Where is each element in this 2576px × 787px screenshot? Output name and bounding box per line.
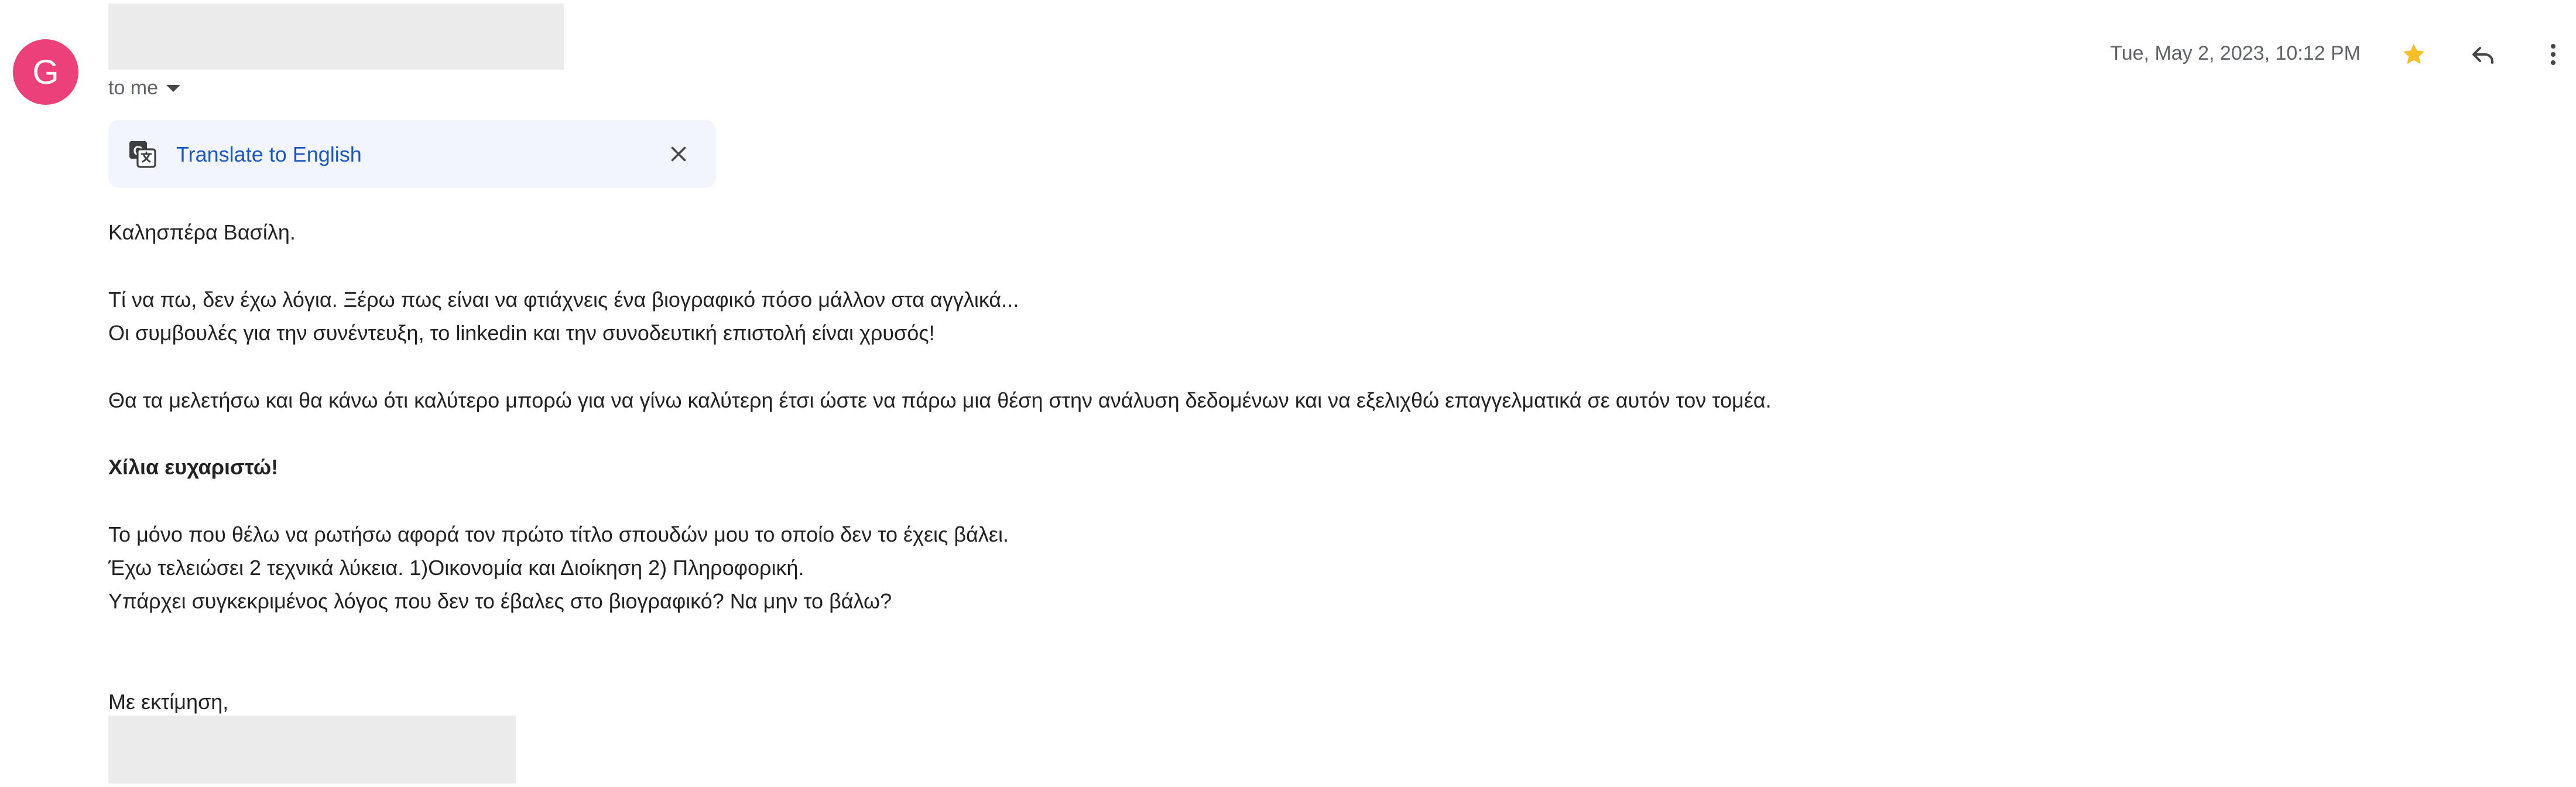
caret-down-icon: [166, 85, 181, 92]
close-icon[interactable]: [664, 140, 693, 168]
message-timestamp: Tue, May 2, 2023, 10:12 PM: [2110, 42, 2361, 64]
recipient-details-toggle[interactable]: to me: [108, 76, 181, 100]
translate-icon: G: [127, 139, 157, 169]
body-line: Το μόνο που θέλω να ρωτήσω αφορά τον πρώ…: [108, 522, 1009, 546]
avatar[interactable]: G: [13, 39, 78, 105]
thanks-line: Χίλια ευχαριστώ!: [108, 455, 279, 479]
translate-to-english-link[interactable]: Translate to English: [176, 142, 362, 167]
more-vert-icon[interactable]: [2535, 36, 2571, 73]
body-line: Υπάρχει συγκεκριμένος λόγος που δεν το έ…: [108, 589, 892, 613]
body-line: Τί να πω, δεν έχω λόγια. Ξέρω πως είναι …: [108, 288, 1019, 312]
redacted-sender-name: [108, 4, 564, 70]
star-icon[interactable]: [2396, 36, 2432, 73]
greeting-line: Καλησπέρα Βασίλη.: [108, 220, 296, 244]
body-line: Έχω τελειώσει 2 τεχνικά λύκεια. 1)Οικονο…: [108, 556, 804, 580]
recipient-label: to me: [108, 76, 159, 99]
avatar-letter: G: [32, 53, 59, 91]
body-line: Θα τα μελετήσω και θα κάνω ότι καλύτερο …: [108, 388, 1772, 412]
redacted-signature: [108, 716, 516, 783]
translate-banner: G Translate to English: [108, 120, 716, 188]
email-message: G to me Tue, May 2, 2023, 10:12 PM G: [0, 0, 2576, 787]
reply-icon[interactable]: [2465, 36, 2501, 73]
body-line: Οι συμβουλές για την συνέντευξη, το link…: [108, 321, 935, 345]
closing-line: Με εκτίμηση,: [108, 690, 229, 714]
